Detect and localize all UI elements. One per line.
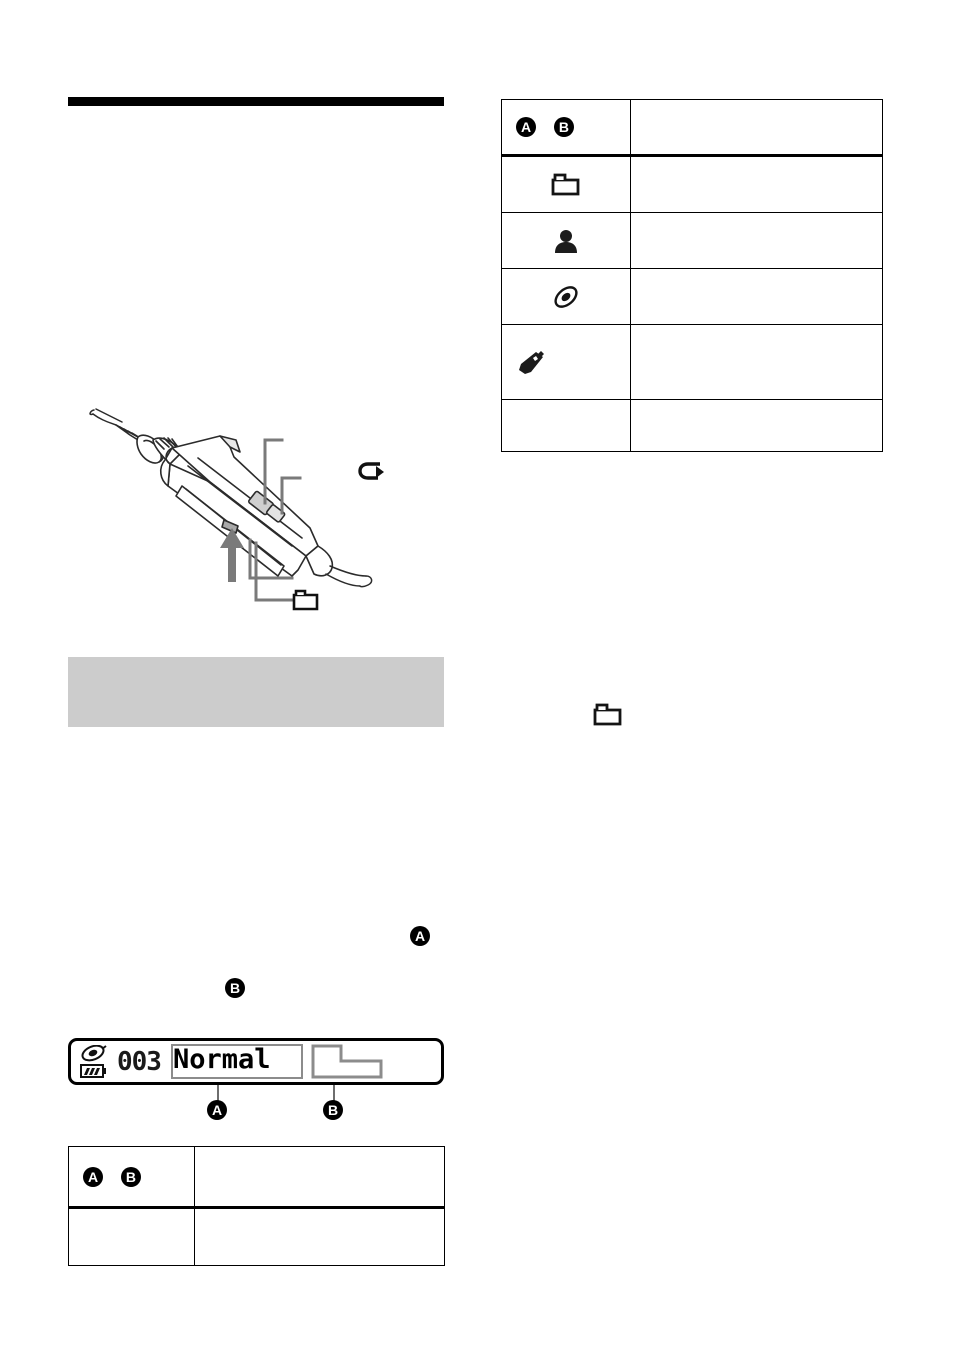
inline-marker-b: B [225, 978, 245, 998]
lcd-callout-marker-a: A [207, 1100, 227, 1120]
note-callout-box [68, 657, 444, 727]
lcd-track-number: 003 [117, 1047, 162, 1077]
legend-header-description [194, 1146, 445, 1209]
microphone-icon-cell [501, 324, 631, 400]
disc-icon-cell [501, 268, 631, 325]
manual-page: A B 003 Normal A B A B A B [0, 0, 954, 1357]
table-row: A B [501, 99, 883, 157]
legend-description [194, 1207, 445, 1266]
empty-icon-cell [68, 1207, 195, 1266]
lcd-callout-marker-b: B [323, 1100, 343, 1120]
table-row: A B [68, 1146, 445, 1209]
legend-header-description [630, 99, 883, 157]
table-row [501, 155, 883, 213]
section-heading-rule [68, 97, 444, 106]
empty-icon-cell [501, 399, 631, 452]
battery-icon [80, 1064, 106, 1078]
folder-icon [551, 172, 581, 198]
display-icon-legend-table: A B [501, 99, 883, 452]
person-icon-cell [501, 212, 631, 269]
disc-icon [551, 283, 581, 311]
inline-marker-a: A [410, 926, 430, 946]
legend-description [630, 324, 883, 400]
legend-header-markers: A B [68, 1146, 195, 1209]
lcd-status-icons [80, 1044, 108, 1081]
repeat-icon [357, 458, 387, 484]
folder-icon [593, 702, 623, 728]
marker-b: B [553, 117, 574, 137]
disc-icon [81, 1044, 107, 1062]
lcd-region-b-highlight [311, 1044, 383, 1079]
table-row [68, 1207, 445, 1266]
ic-recorder-remote-illustration [60, 400, 460, 640]
marker-b: B [120, 1166, 141, 1187]
legend-description [630, 268, 883, 325]
table-row [501, 268, 883, 325]
folder-icon-cell [501, 155, 631, 213]
table-row [501, 399, 883, 452]
folder-icon [292, 588, 320, 612]
legend-description [630, 399, 883, 452]
table-row [501, 212, 883, 269]
table-row [501, 324, 883, 400]
legend-description [630, 155, 883, 213]
legend-description [630, 212, 883, 269]
microphone-icon [516, 348, 550, 376]
marker-a: A [83, 1166, 103, 1187]
lcd-display-illustration: 003 Normal [68, 1038, 444, 1085]
lcd-file-name: Normal [173, 1044, 271, 1075]
legend-header-markers: A B [501, 99, 631, 157]
marker-a: A [516, 117, 536, 137]
display-area-legend-table: A B [68, 1146, 445, 1266]
person-icon [553, 228, 579, 254]
